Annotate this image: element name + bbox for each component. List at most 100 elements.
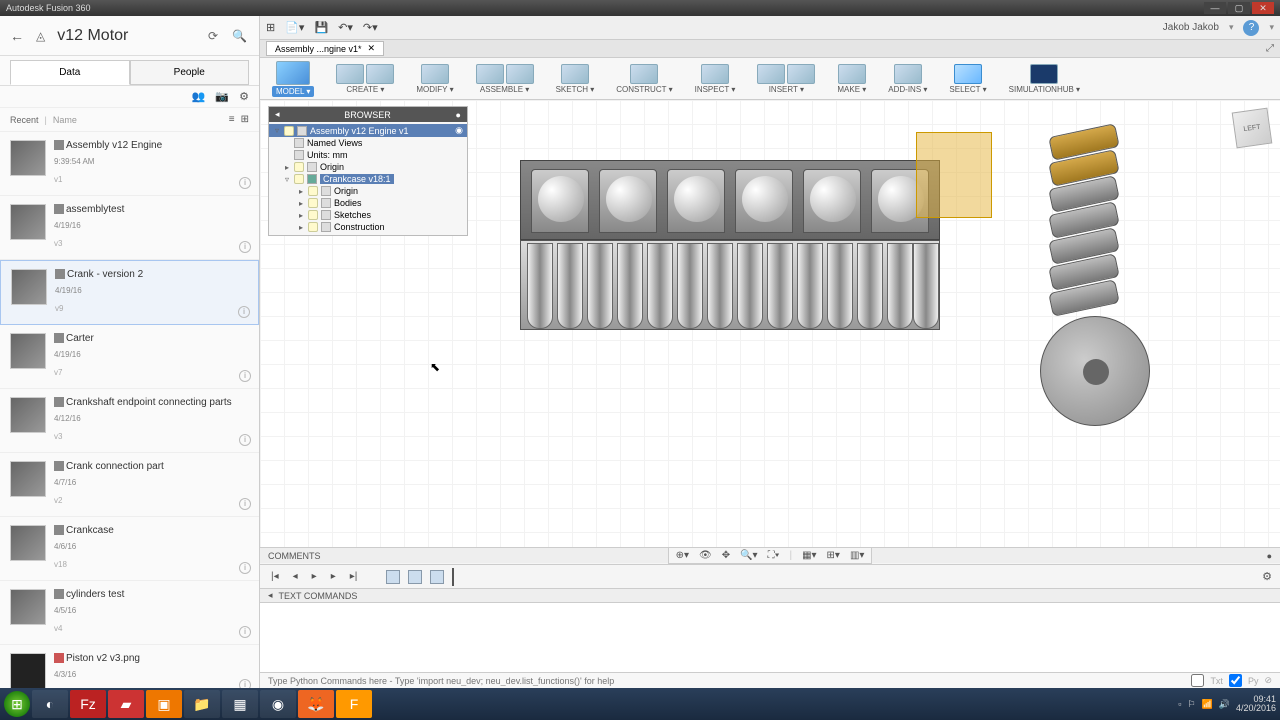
expand-tabs-icon[interactable]: ⤢ bbox=[1266, 43, 1274, 54]
save-button[interactable]: 💾 bbox=[314, 21, 328, 34]
window-maximize[interactable]: ▢ bbox=[1228, 2, 1250, 14]
folder-icon[interactable]: 📷 bbox=[215, 90, 229, 103]
select-icon[interactable] bbox=[954, 64, 982, 84]
app-icon[interactable]: ◉ bbox=[260, 690, 296, 718]
visibility-icon[interactable] bbox=[284, 126, 294, 136]
addins-icon[interactable] bbox=[894, 64, 922, 84]
upload-icon[interactable]: 👥 bbox=[192, 90, 206, 103]
modify-label[interactable]: MODIFY ▾ bbox=[416, 85, 453, 94]
make-label[interactable]: MAKE ▾ bbox=[837, 85, 866, 94]
browser-node[interactable]: ▸Construction bbox=[269, 221, 467, 233]
clear-icon[interactable]: ⊘ bbox=[1264, 675, 1272, 686]
inspect-icon[interactable] bbox=[701, 64, 729, 84]
assemble-asbuilt-icon[interactable] bbox=[506, 64, 534, 84]
filezilla-icon[interactable]: Fz bbox=[70, 690, 106, 718]
info-icon[interactable]: i bbox=[239, 562, 251, 574]
display-settings-icon[interactable]: ▦▾ bbox=[799, 550, 819, 561]
list-item[interactable]: Assembly v12 Engine 9:39:54 AM v1 i bbox=[0, 132, 259, 196]
grid-view-icon[interactable]: ⊞ bbox=[241, 114, 249, 125]
3d-viewport[interactable]: LEFT ◂ BROWSER ● ▿ Assembly v12 Engine v… bbox=[260, 100, 1280, 547]
construct-label[interactable]: CONSTRUCT ▾ bbox=[616, 85, 672, 94]
browser-node[interactable]: Named Views bbox=[269, 137, 467, 149]
timeline-play-icon[interactable]: ▸ bbox=[309, 571, 320, 582]
browser-node[interactable]: Units: mm bbox=[269, 149, 467, 161]
viewcube[interactable]: LEFT bbox=[1232, 108, 1273, 149]
visibility-icon[interactable] bbox=[294, 174, 304, 184]
comments-expand-icon[interactable]: ● bbox=[1267, 551, 1272, 561]
pan-icon[interactable]: ✥ bbox=[719, 550, 733, 561]
user-dropdown-icon[interactable]: ▾ bbox=[1229, 22, 1234, 33]
modify-icon[interactable] bbox=[421, 64, 449, 84]
sketch-label[interactable]: SKETCH ▾ bbox=[556, 85, 595, 94]
undo-button[interactable]: ↶▾ bbox=[338, 21, 353, 34]
info-icon[interactable]: i bbox=[239, 434, 251, 446]
explorer-icon[interactable]: 📁 bbox=[184, 690, 220, 718]
text-commands-input[interactable] bbox=[268, 676, 1191, 686]
tray-icon[interactable]: ▫ bbox=[1178, 699, 1181, 709]
file-menu[interactable]: 📄▾ bbox=[285, 21, 304, 34]
list-item[interactable]: Crankcase 4/6/16 v18 i bbox=[0, 517, 259, 581]
browser-collapse-icon[interactable]: ◂ bbox=[275, 109, 280, 120]
visibility-icon[interactable] bbox=[308, 186, 318, 196]
select-label[interactable]: SELECT ▾ bbox=[949, 85, 986, 94]
filter-name-field[interactable]: Name bbox=[53, 115, 223, 125]
back-arrow-icon[interactable]: ← bbox=[10, 28, 24, 44]
link-icon[interactable] bbox=[307, 174, 317, 184]
visibility-icon[interactable] bbox=[294, 162, 304, 172]
browser-root[interactable]: ▿ Assembly v12 Engine v1 ◉ bbox=[269, 124, 467, 137]
py-mode-checkbox[interactable] bbox=[1229, 674, 1242, 687]
visibility-icon[interactable] bbox=[308, 222, 318, 232]
insert-label[interactable]: INSERT ▾ bbox=[769, 85, 804, 94]
browser-node[interactable]: ▿Crankcase v18:1 bbox=[269, 173, 467, 185]
tab-people[interactable]: People bbox=[130, 60, 250, 85]
help-icon[interactable]: ? bbox=[1243, 20, 1259, 36]
list-item[interactable]: cylinders test 4/5/16 v4 i bbox=[0, 581, 259, 645]
look-icon[interactable]: 👁 bbox=[696, 550, 715, 561]
3d-model[interactable] bbox=[500, 140, 1060, 360]
assemble-label[interactable]: ASSEMBLE ▾ bbox=[480, 85, 529, 94]
activate-icon[interactable]: ◉ bbox=[455, 125, 463, 136]
make-icon[interactable] bbox=[838, 64, 866, 84]
browser-node[interactable]: ▸Origin bbox=[269, 161, 467, 173]
sketch-icon[interactable] bbox=[561, 64, 589, 84]
info-icon[interactable]: i bbox=[239, 498, 251, 510]
timeline-start-icon[interactable]: |◂ bbox=[268, 571, 282, 582]
list-item[interactable]: Carter 4/19/16 v7 i bbox=[0, 325, 259, 389]
create-label[interactable]: CREATE ▾ bbox=[346, 85, 384, 94]
window-close[interactable]: ✕ bbox=[1252, 2, 1274, 14]
insert-canvas-icon[interactable] bbox=[787, 64, 815, 84]
list-item[interactable]: assemblytest 4/19/16 v3 i bbox=[0, 196, 259, 260]
fusion360-taskbar-icon[interactable]: F bbox=[336, 690, 372, 718]
browser-node[interactable]: ▸Bodies bbox=[269, 197, 467, 209]
simulationhub-icon[interactable] bbox=[1030, 64, 1058, 84]
start-button[interactable]: ⊞ bbox=[4, 691, 30, 717]
workspace-icon[interactable] bbox=[276, 61, 310, 85]
viewports-icon[interactable]: ▥▾ bbox=[847, 550, 867, 561]
textcmd-collapse-icon[interactable]: ◂ bbox=[268, 590, 273, 601]
assemble-joint-icon[interactable] bbox=[476, 64, 504, 84]
timeline-marker[interactable] bbox=[452, 568, 454, 586]
timeline-prev-icon[interactable]: ◂ bbox=[290, 571, 301, 582]
list-item[interactable]: Crank connection part 4/7/16 v2 i bbox=[0, 453, 259, 517]
help-dropdown-icon[interactable]: ▾ bbox=[1269, 22, 1274, 33]
search-icon[interactable]: 🔍 bbox=[230, 27, 249, 45]
info-icon[interactable]: i bbox=[239, 679, 251, 688]
browser-panel[interactable]: ◂ BROWSER ● ▿ Assembly v12 Engine v1 ◉ N… bbox=[268, 106, 468, 236]
browser-settings-icon[interactable]: ● bbox=[456, 110, 461, 120]
data-panel-toggle-icon[interactable]: ⊞ bbox=[266, 21, 275, 34]
list-view-icon[interactable]: ≡ bbox=[229, 114, 235, 125]
close-tab-icon[interactable]: ✕ bbox=[368, 43, 376, 54]
construct-icon[interactable] bbox=[630, 64, 658, 84]
data-list[interactable]: Assembly v12 Engine 9:39:54 AM v1 i asse… bbox=[0, 132, 259, 688]
simulationhub-label[interactable]: SIMULATIONHUB ▾ bbox=[1009, 85, 1080, 94]
refresh-icon[interactable]: ⟳ bbox=[206, 27, 220, 45]
fit-icon[interactable]: ⛶▾ bbox=[765, 550, 783, 561]
taskbar-clock[interactable]: 09:41 4/20/2016 bbox=[1236, 695, 1276, 713]
insert-decal-icon[interactable] bbox=[757, 64, 785, 84]
document-tab[interactable]: Assembly ...ngine v1* ✕ bbox=[266, 41, 384, 56]
zoom-icon[interactable]: 🔍▾ bbox=[737, 550, 760, 561]
info-icon[interactable]: i bbox=[239, 626, 251, 638]
create-form-icon[interactable] bbox=[366, 64, 394, 84]
browser-node[interactable]: ▸Origin bbox=[269, 185, 467, 197]
app-icon[interactable]: ▰ bbox=[108, 690, 144, 718]
